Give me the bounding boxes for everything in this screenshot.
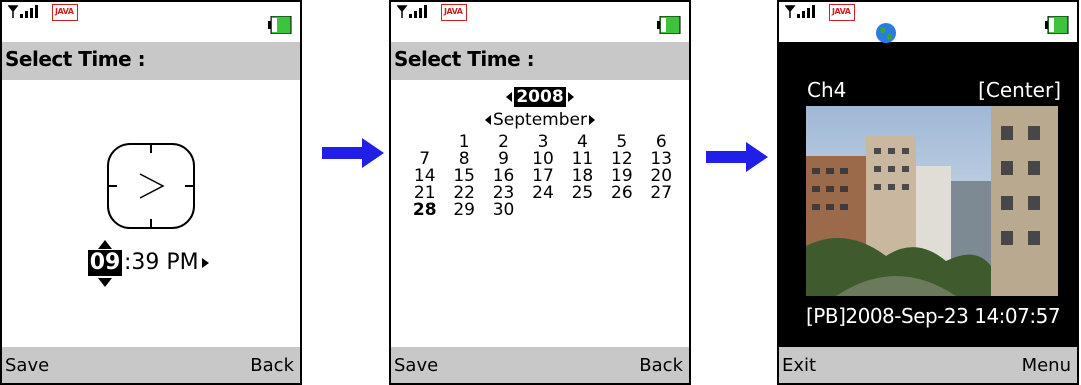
battery-icon xyxy=(1045,16,1069,34)
status-bar: JAVA xyxy=(2,2,300,40)
screen-title: Select Time : xyxy=(5,47,146,71)
phone-screen-playback: JAVA Ch4 [Center] [PB]2008-Sep-23 14:07:… xyxy=(777,0,1079,385)
time-minutes-ampm: :39 PM xyxy=(124,250,209,276)
time-rest-text: :39 PM xyxy=(124,250,199,275)
screen-title: Select Time : xyxy=(394,47,535,71)
year-picker[interactable]: 2008 xyxy=(391,87,689,107)
flow-arrow-icon xyxy=(322,138,384,168)
calendar-day[interactable]: 24 xyxy=(523,185,562,202)
menu-softkey[interactable]: Menu xyxy=(1022,355,1071,376)
save-softkey[interactable]: Save xyxy=(394,355,438,376)
hour-field[interactable]: 09 xyxy=(88,250,122,276)
battery-icon xyxy=(657,16,681,34)
battery-icon xyxy=(268,16,292,34)
calendar-day[interactable]: 26 xyxy=(602,185,641,202)
year-field[interactable]: 2008 xyxy=(514,87,566,107)
hour-up-arrow-icon[interactable] xyxy=(98,240,112,249)
back-softkey[interactable]: Back xyxy=(250,355,294,376)
calendar-empty-cell xyxy=(642,202,681,219)
phone-screen-time: JAVA Select Time : 09 :39 PM Save Back xyxy=(0,0,302,385)
java-icon: JAVA xyxy=(829,4,855,21)
flow-arrow-icon xyxy=(706,142,768,172)
calendar-empty-cell xyxy=(523,202,562,219)
next-field-arrow-icon[interactable] xyxy=(201,258,209,268)
exit-softkey[interactable]: Exit xyxy=(782,355,816,376)
save-softkey[interactable]: Save xyxy=(5,355,49,376)
back-softkey[interactable]: Back xyxy=(639,355,683,376)
soft-key-bar: Save Back xyxy=(2,347,300,383)
calendar-week-row: 28 29 30 xyxy=(405,202,681,219)
phone-screen-date: JAVA Select Time : 2008 September 123456… xyxy=(389,0,691,385)
hour-down-arrow-icon[interactable] xyxy=(98,278,112,287)
calendar-day[interactable]: 25 xyxy=(563,185,602,202)
status-bar: JAVA xyxy=(779,2,1077,43)
calendar-empty-cell xyxy=(602,202,641,219)
calendar-day[interactable]: 30 xyxy=(484,202,523,219)
calendar-week-row: 21 22 23 24 25 26 27 xyxy=(405,185,681,202)
camera-position-label: [Center] xyxy=(978,78,1061,102)
next-year-arrow-icon[interactable] xyxy=(567,92,574,102)
soft-key-bar: Exit Menu xyxy=(779,347,1077,383)
next-month-arrow-icon[interactable] xyxy=(588,115,595,125)
signal-icon xyxy=(785,5,815,18)
month-field[interactable]: September xyxy=(493,110,587,130)
title-bar: Select Time : xyxy=(2,42,300,80)
title-bar: Select Time : xyxy=(391,42,689,80)
calendar-empty-cell xyxy=(563,202,602,219)
calendar-day[interactable]: 27 xyxy=(642,185,681,202)
channel-label: Ch4 xyxy=(807,78,847,102)
java-icon: JAVA xyxy=(441,4,467,21)
status-bar: JAVA xyxy=(391,2,689,40)
playback-timestamp: [PB]2008-Sep-23 14:07:57 xyxy=(806,304,1061,328)
signal-icon xyxy=(397,5,427,18)
calendar-day[interactable]: 28 xyxy=(405,202,444,219)
prev-month-arrow-icon[interactable] xyxy=(485,115,492,125)
globe-icon xyxy=(876,23,896,43)
clock-icon xyxy=(107,143,195,229)
prev-year-arrow-icon[interactable] xyxy=(506,92,513,102)
signal-icon xyxy=(8,5,38,18)
calendar-grid: 1 2 3 4 5 6 7 8 9 10 11 12 13 14 15 16 17 18 19 20 21 22 23 24 2… xyxy=(405,134,681,219)
java-icon: JAVA xyxy=(52,4,78,21)
calendar-day[interactable]: 29 xyxy=(444,202,483,219)
soft-key-bar: Save Back xyxy=(391,347,689,383)
camera-feed-image[interactable] xyxy=(806,106,1058,296)
month-picker[interactable]: September xyxy=(391,109,689,131)
